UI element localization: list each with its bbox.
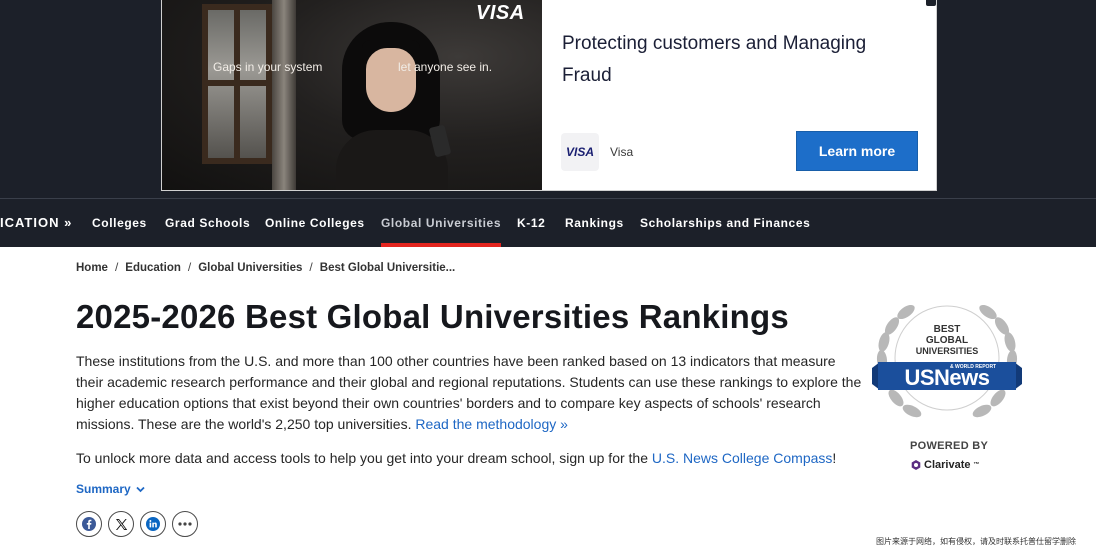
usnews-logo: USNews — [904, 365, 990, 390]
nav-item-grad-schools[interactable]: Grad Schools — [165, 199, 250, 247]
ad-window-illustration — [202, 4, 272, 164]
badge-text-best: BEST — [933, 324, 961, 335]
facebook-share-button[interactable] — [76, 511, 102, 537]
ad-brand-name: Visa — [610, 145, 634, 159]
breadcrumb-separator: / — [187, 260, 192, 274]
breadcrumb-current[interactable]: Best Global Universitie... — [320, 262, 455, 274]
summary-label: Summary — [76, 482, 131, 496]
compass-signup-paragraph: To unlock more data and access tools to … — [76, 448, 876, 468]
badge-text-global: GLOBAL — [925, 335, 969, 346]
learn-more-button[interactable]: Learn more — [796, 131, 918, 171]
badge-text-universities: UNIVERSITIES — [915, 346, 979, 356]
compass-text-end: ! — [832, 450, 837, 466]
x-icon — [115, 518, 127, 530]
nav-item-colleges[interactable]: Colleges — [92, 199, 147, 247]
visa-logo: VISA — [476, 2, 525, 24]
chevron-down-icon — [136, 486, 145, 493]
ad-caption-right: let anyone see in. — [398, 60, 493, 74]
ad-brand-logo: VISA — [561, 133, 599, 171]
ad-person-face — [366, 48, 416, 112]
nav-brand[interactable]: ICATION » — [0, 199, 72, 247]
linkedin-share-button[interactable] — [140, 511, 166, 537]
x-share-button[interactable] — [108, 511, 134, 537]
clarivate-logo: Clarivate ™ — [911, 459, 979, 471]
main-nav: ICATION » Colleges Grad Schools Online C… — [0, 198, 1096, 247]
ad-close-icon[interactable] — [926, 0, 936, 6]
linkedin-icon — [146, 517, 160, 531]
page-title: 2025-2026 Best Global Universities Ranki… — [76, 298, 789, 335]
ad-headline[interactable]: Protecting customers and Managing Fraud — [562, 28, 902, 92]
clarivate-mark-icon — [911, 460, 921, 470]
best-global-universities-badge: BEST GLOBAL UNIVERSITIES & WORLD REPORT … — [870, 298, 1024, 424]
clarivate-trademark: ™ — [973, 462, 980, 468]
breadcrumb-global-universities[interactable]: Global Universities — [198, 262, 302, 274]
breadcrumb-separator: / — [309, 260, 313, 274]
nav-item-online-colleges[interactable]: Online Colleges — [265, 199, 365, 247]
intro-paragraph: These institutions from the U.S. and mor… — [76, 351, 864, 435]
college-compass-link[interactable]: U.S. News College Compass — [652, 450, 833, 466]
more-icon — [178, 522, 192, 526]
breadcrumb-education[interactable]: Education — [125, 262, 181, 274]
compass-text: To unlock more data and access tools to … — [76, 450, 652, 466]
nav-item-scholarships[interactable]: Scholarships and Finances — [640, 199, 810, 247]
image-source-watermark: 图片来源于网络，如有侵权，请及时联系托普仕留学删除 — [876, 537, 1076, 546]
breadcrumb-home[interactable]: Home — [76, 262, 108, 274]
nav-item-k12[interactable]: K-12 — [517, 199, 545, 247]
ad-person-illustration — [332, 22, 452, 190]
ad-image[interactable]: Gaps in your system let anyone see in. V… — [162, 0, 542, 190]
advertisement[interactable]: Gaps in your system let anyone see in. V… — [161, 0, 937, 191]
laurel-wreath-icon — [872, 304, 1022, 418]
methodology-link[interactable]: Read the methodology » — [415, 416, 568, 432]
breadcrumb: Home / Education / Global Universities / Best … — [76, 260, 455, 274]
powered-by-label: POWERED BY — [910, 440, 989, 452]
nav-item-rankings[interactable]: Rankings — [565, 199, 624, 247]
breadcrumb-separator: / — [114, 260, 119, 274]
ad-caption-left: Gaps in your system — [213, 60, 323, 74]
ad-curtain-illustration — [272, 0, 296, 190]
summary-toggle[interactable]: Summary — [76, 482, 145, 496]
nav-item-global-universities[interactable]: Global Universities — [381, 199, 502, 247]
facebook-icon — [82, 517, 96, 531]
header-ad-area: Gaps in your system let anyone see in. V… — [0, 0, 1096, 198]
clarivate-name: Clarivate — [924, 459, 971, 471]
more-share-button[interactable] — [172, 511, 198, 537]
